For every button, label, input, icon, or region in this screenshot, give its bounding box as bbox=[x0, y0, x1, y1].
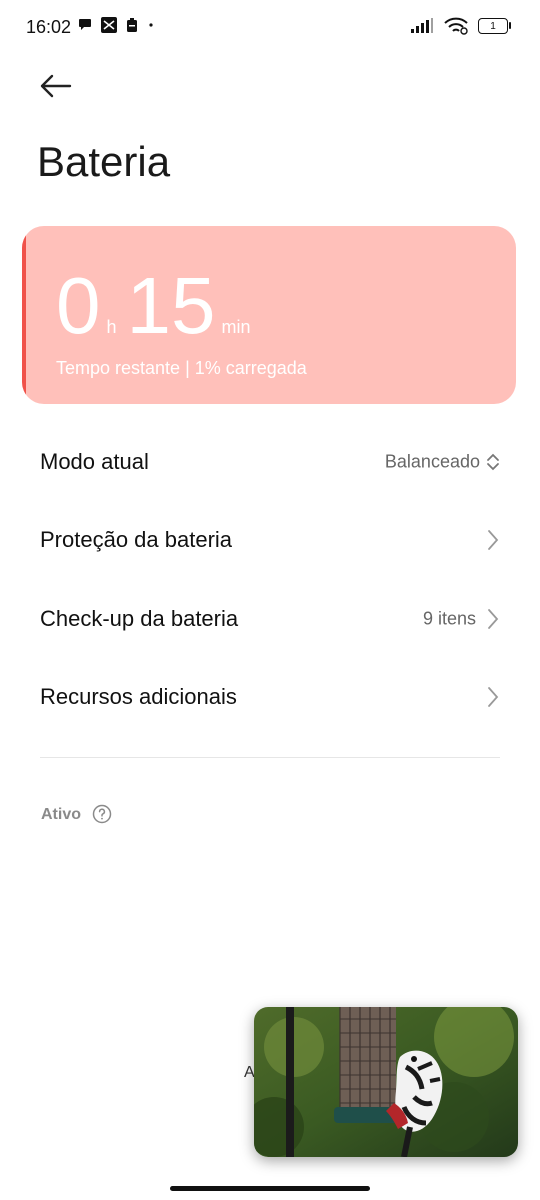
updown-chevron-icon bbox=[487, 453, 499, 471]
status-bar: 16:02 1 bbox=[0, 0, 540, 54]
battery-subtitle: Tempo restante | 1% carregada bbox=[56, 358, 307, 378]
section-label-active: Ativo bbox=[41, 806, 81, 823]
app-notification-icon bbox=[101, 17, 117, 33]
status-time: 16:02 bbox=[26, 17, 72, 37]
row-label: Modo atual bbox=[40, 449, 149, 474]
remaining-time: 0 h 15 min bbox=[56, 266, 261, 346]
wifi-icon bbox=[444, 17, 468, 35]
video-frame-image bbox=[254, 1007, 518, 1157]
battery-status-card: 0 h 15 min Tempo restante | 1% carregada bbox=[22, 226, 516, 404]
battery-level: 1 bbox=[490, 20, 496, 32]
hours-unit: h bbox=[106, 317, 117, 337]
battery-card-accent bbox=[22, 226, 26, 404]
battery-notification-icon bbox=[127, 18, 137, 32]
more-notifications-icon bbox=[149, 23, 153, 27]
notification-icons bbox=[78, 16, 156, 34]
row-label: Check-up da bateria bbox=[40, 606, 239, 631]
row-label: Proteção da bateria bbox=[40, 527, 233, 552]
divider bbox=[40, 757, 500, 758]
minutes-unit: min bbox=[221, 317, 251, 337]
chevron-right-icon bbox=[488, 530, 499, 550]
chevron-right-icon bbox=[488, 609, 499, 629]
row-battery-checkup[interactable]: Check-up da bateria 9 itens bbox=[0, 580, 540, 658]
row-additional-resources[interactable]: Recursos adicionais bbox=[0, 658, 540, 736]
battery-icon: 1 bbox=[478, 18, 512, 34]
row-battery-protection[interactable]: Proteção da bateria bbox=[0, 501, 540, 579]
row-value: 9 itens bbox=[422, 608, 476, 629]
help-icon[interactable] bbox=[92, 804, 112, 824]
minutes-value: 15 bbox=[126, 261, 216, 350]
row-current-mode[interactable]: Modo atual Balanceado bbox=[0, 423, 540, 501]
chat-notification-icon bbox=[79, 19, 91, 30]
picture-in-picture-video[interactable] bbox=[254, 1007, 518, 1157]
chevron-right-icon bbox=[488, 687, 499, 707]
back-arrow-icon[interactable] bbox=[36, 66, 76, 106]
hours-value: 0 bbox=[56, 261, 101, 350]
row-value: Balanceado bbox=[384, 451, 480, 472]
signal-icon bbox=[411, 18, 433, 33]
system-icons: 1 bbox=[410, 17, 512, 35]
row-label: Recursos adicionais bbox=[40, 684, 237, 709]
home-indicator[interactable] bbox=[170, 1186, 370, 1191]
page-title: Bateria bbox=[37, 138, 171, 185]
